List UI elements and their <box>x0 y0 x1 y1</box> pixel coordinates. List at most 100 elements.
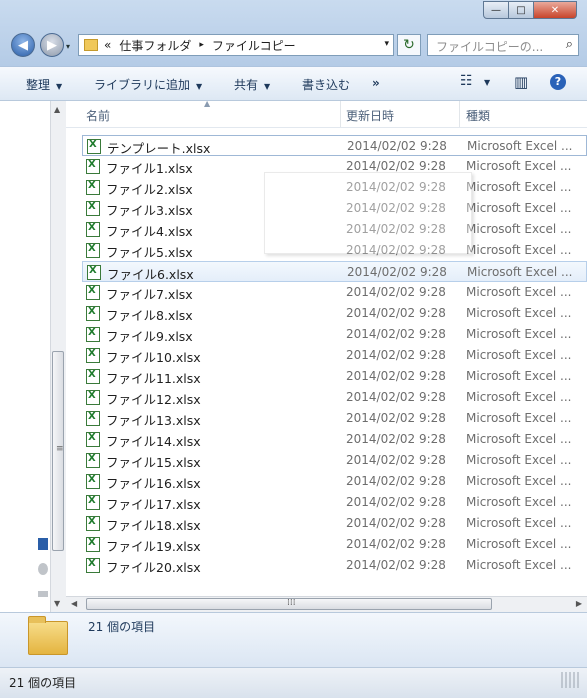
file-date: 2014/02/02 9:28 <box>346 558 446 572</box>
file-type: Microsoft Excel ... <box>466 327 572 341</box>
column-date[interactable]: 更新日時 <box>346 107 394 124</box>
nav-item-icon[interactable] <box>38 563 48 575</box>
item-count: 21 個の項目 <box>88 620 156 634</box>
file-row[interactable]: ファイル10.xlsx 2014/02/02 9:28 Microsoft Exce… <box>82 345 587 366</box>
file-date: 2014/02/02 9:28 <box>346 159 446 173</box>
file-date: 2014/02/02 9:28 <box>346 516 446 530</box>
view-dropdown-icon[interactable]: ▼ <box>484 78 490 87</box>
file-row[interactable]: ファイル7.xlsx 2014/02/02 9:28 Microsoft Excel… <box>82 282 587 303</box>
file-row[interactable]: ファイル6.xlsx 2014/02/02 9:28 Microsoft Excel… <box>82 261 587 282</box>
file-row[interactable]: ファイル17.xlsx 2014/02/02 9:28 Microsoft Exce… <box>82 492 587 513</box>
file-name: ファイル19.xlsx <box>106 539 201 554</box>
file-name: ファイル5.xlsx <box>106 245 193 260</box>
file-type: Microsoft Excel ... <box>466 474 572 488</box>
column-divider[interactable] <box>340 101 341 127</box>
file-row[interactable]: ファイル8.xlsx 2014/02/02 9:28 Microsoft Excel… <box>82 303 587 324</box>
column-name[interactable]: 名前 <box>86 107 110 124</box>
burn-button[interactable]: 書き込む <box>302 76 350 93</box>
refresh-button[interactable]: ↻ <box>397 34 421 56</box>
more-commands-button[interactable]: » <box>372 76 380 90</box>
scroll-down-icon[interactable]: ▼ <box>54 599 60 608</box>
file-name: ファイル11.xlsx <box>106 371 201 386</box>
grip-icon: ⁞⁞⁞ <box>287 598 296 608</box>
file-type: Microsoft Excel ... <box>466 516 572 530</box>
file-row[interactable]: ファイル19.xlsx 2014/02/02 9:28 Microsoft Exce… <box>82 534 587 555</box>
share-menu[interactable]: 共有 ▼ <box>234 76 270 93</box>
scroll-left-icon[interactable]: ◀ <box>71 599 77 608</box>
file-row[interactable]: ファイル18.xlsx 2014/02/02 9:28 Microsoft Exce… <box>82 513 587 534</box>
forward-button[interactable]: ▶ <box>40 33 64 57</box>
file-name: ファイル3.xlsx <box>106 203 193 218</box>
horizontal-scrollbar[interactable]: ◀ ⁞⁞⁞ ▶ <box>66 596 587 612</box>
file-name: ファイル7.xlsx <box>106 287 193 302</box>
file-type: Microsoft Excel ... <box>466 180 572 194</box>
file-row[interactable]: ファイル15.xlsx 2014/02/02 9:28 Microsoft Exce… <box>82 450 587 471</box>
nav-item-icon[interactable] <box>38 591 48 597</box>
file-row[interactable]: ファイル9.xlsx 2014/02/02 9:28 Microsoft Excel… <box>82 324 587 345</box>
breadcrumb-overflow[interactable]: « <box>104 38 111 52</box>
file-row[interactable]: ファイル13.xlsx 2014/02/02 9:28 Microsoft Exce… <box>82 408 587 429</box>
file-name: ファイル18.xlsx <box>106 518 201 533</box>
file-row[interactable]: ファイル11.xlsx 2014/02/02 9:28 Microsoft Exce… <box>82 366 587 387</box>
search-icon[interactable]: ⌕ <box>566 37 573 52</box>
view-icon[interactable]: ☷ <box>460 73 473 89</box>
file-date: 2014/02/02 9:28 <box>346 432 446 446</box>
minimize-button[interactable]: — <box>483 1 509 19</box>
file-row[interactable]: ファイル12.xlsx 2014/02/02 9:28 Microsoft Exce… <box>82 387 587 408</box>
scroll-up-icon[interactable]: ▲ <box>54 105 60 114</box>
column-type[interactable]: 種類 <box>466 107 490 124</box>
file-type: Microsoft Excel ... <box>466 306 572 320</box>
excel-file-icon <box>86 495 100 510</box>
column-header: ▲ 名前 更新日時 種類 <box>66 101 587 128</box>
excel-file-icon <box>87 139 101 154</box>
file-list[interactable]: ▲ 名前 更新日時 種類 テンプレート.xlsx 2014/02/02 9:28 M… <box>66 101 587 596</box>
file-name: ファイル14.xlsx <box>106 434 201 449</box>
vertical-scrollbar[interactable]: ▲ ≡ ▼ <box>50 101 66 612</box>
file-name: ファイル9.xlsx <box>106 329 193 344</box>
add-to-library-menu[interactable]: ライブラリに追加 ▼ <box>94 76 202 93</box>
recent-pages-dropdown-icon[interactable]: ▾ <box>66 42 70 51</box>
excel-file-icon <box>87 265 101 280</box>
address-dropdown-icon[interactable]: ▾ <box>384 39 389 49</box>
command-bar: 整理 ▼ ライブラリに追加 ▼ 共有 ▼ 書き込む » ☷ ▼ ▥ ? <box>0 66 587 101</box>
excel-file-icon <box>86 243 100 258</box>
file-date: 2014/02/02 9:28 <box>346 348 446 362</box>
scroll-right-icon[interactable]: ▶ <box>576 599 582 608</box>
file-row[interactable]: ファイル20.xlsx 2014/02/02 9:28 Microsoft Exce… <box>82 555 587 576</box>
breadcrumb-parent[interactable]: 仕事フォルダ <box>119 37 191 54</box>
preview-pane-icon[interactable]: ▥ <box>514 73 528 91</box>
file-row[interactable]: ファイル14.xlsx 2014/02/02 9:28 Microsoft Exce… <box>82 429 587 450</box>
file-type: Microsoft Excel ... <box>466 495 572 509</box>
organize-menu[interactable]: 整理 ▼ <box>26 76 62 93</box>
file-type: Microsoft Excel ... <box>466 537 572 551</box>
excel-file-icon <box>86 369 100 384</box>
search-input[interactable]: ファイルコピーの... ⌕ <box>427 34 579 56</box>
title-bar: — □ ✕ ◀ ▶ ▾ « 仕事フォルダ ▸ ファイルコピー ▾ ↻ ファイルコ… <box>0 0 587 66</box>
file-row[interactable]: テンプレート.xlsx 2014/02/02 9:28 Microsoft Exce… <box>82 135 587 156</box>
horizontal-scroll-thumb[interactable]: ⁞⁞⁞ <box>86 598 492 610</box>
file-name: ファイル4.xlsx <box>106 224 193 239</box>
back-button[interactable]: ◀ <box>11 33 35 57</box>
excel-file-icon <box>86 558 100 573</box>
file-type: Microsoft Excel ... <box>466 222 572 236</box>
file-name: ファイル17.xlsx <box>106 497 201 512</box>
organize-label: 整理 <box>26 78 51 92</box>
status-bar: 21 個の項目 <box>0 667 587 698</box>
file-date: 2014/02/02 9:28 <box>346 306 446 320</box>
help-icon[interactable]: ? <box>550 74 566 90</box>
column-divider[interactable] <box>459 101 460 127</box>
resize-grip-icon[interactable] <box>561 672 581 688</box>
breadcrumb-separator-icon[interactable]: ▸ <box>199 40 204 50</box>
scroll-thumb[interactable]: ≡ <box>52 351 64 551</box>
breadcrumb-current[interactable]: ファイルコピー <box>212 37 296 54</box>
address-bar[interactable]: « 仕事フォルダ ▸ ファイルコピー ▾ <box>78 34 394 56</box>
file-type: Microsoft Excel ... <box>466 201 572 215</box>
share-label: 共有 <box>234 78 259 92</box>
file-row[interactable]: ファイル16.xlsx 2014/02/02 9:28 Microsoft Exce… <box>82 471 587 492</box>
close-button[interactable]: ✕ <box>533 1 577 19</box>
grip-icon: ≡ <box>56 444 64 454</box>
nav-item-icon[interactable] <box>38 538 48 550</box>
maximize-button[interactable]: □ <box>508 1 534 19</box>
chevron-down-icon: ▼ <box>196 82 203 91</box>
navigation-pane[interactable] <box>0 101 50 612</box>
